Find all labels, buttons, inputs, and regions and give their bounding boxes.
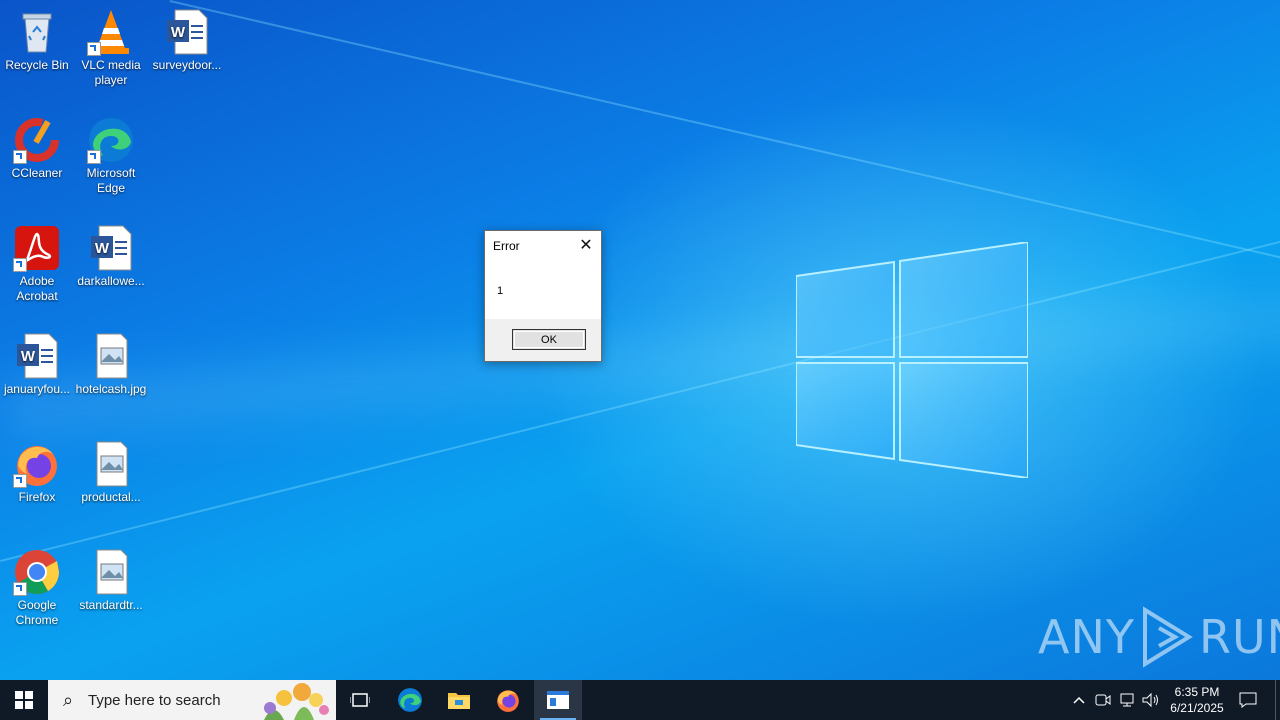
task-view-icon — [350, 693, 370, 707]
anyrun-watermark: ANY RUN — [1038, 606, 1280, 668]
desktop-icon-label: surveydoor... — [152, 58, 222, 72]
edge-icon — [87, 116, 135, 164]
start-icon — [15, 691, 33, 709]
taskbar-edge[interactable] — [386, 680, 434, 720]
show-hidden-icons-button[interactable] — [1068, 680, 1090, 720]
shortcut-arrow-icon — [87, 42, 101, 56]
play-logo-icon — [1142, 606, 1193, 668]
dialog-footer: OK — [485, 319, 601, 361]
desktop-icon-label: CCleaner — [11, 166, 63, 180]
image-file-icon — [87, 440, 135, 488]
firefox-icon — [13, 440, 61, 488]
vlc-icon — [87, 8, 135, 56]
desktop-icon-label: Recycle Bin — [5, 58, 69, 72]
tray-volume[interactable] — [1140, 680, 1162, 720]
desktop-icon-ccleaner[interactable]: CCleaner — [0, 116, 74, 181]
svg-text:W: W — [171, 24, 186, 41]
firefox-icon — [497, 690, 519, 712]
image-file-icon — [87, 332, 135, 380]
action-center-button[interactable] — [1232, 680, 1264, 720]
desktop-icon-label: productal... — [81, 490, 141, 504]
chevron-up-icon — [1073, 696, 1085, 704]
active-app-icon — [547, 691, 569, 709]
tray-meet-now[interactable] — [1092, 680, 1114, 720]
shortcut-arrow-icon — [13, 582, 27, 596]
desktop-icon-standardtr[interactable]: standardtr... — [74, 548, 148, 613]
svg-text:W: W — [95, 240, 110, 257]
clock-date: 6/21/2025 — [1170, 701, 1224, 715]
desktop-icon-hotelcash[interactable]: hotelcash.jpg — [74, 332, 148, 397]
desktop-icon-label: Adobe Acrobat — [16, 274, 58, 303]
taskbar-active-app[interactable] — [534, 680, 582, 720]
desktop-icon-label: darkallowe... — [77, 274, 145, 288]
shortcut-arrow-icon — [13, 150, 27, 164]
desktop-icon-firefox[interactable]: Firefox — [0, 440, 74, 505]
search-highlight-image — [264, 683, 329, 720]
svg-text:W: W — [21, 348, 36, 365]
start-button[interactable] — [0, 680, 48, 720]
desktop-icon-label: VLC media player — [81, 58, 141, 87]
shortcut-arrow-icon — [87, 150, 101, 164]
shortcut-arrow-icon — [13, 474, 27, 488]
desktop-icon-chrome[interactable]: Google Chrome — [0, 548, 74, 628]
desktop-icon-vlc[interactable]: VLC media player — [74, 8, 148, 88]
search-icon: ⌕ — [62, 689, 74, 710]
file-explorer-icon — [448, 693, 470, 709]
word-doc-icon: W — [13, 332, 61, 380]
desktop: Recycle Bin VLC media player W surveydoo… — [0, 0, 1280, 680]
watermark-text-left: ANY — [1038, 610, 1135, 664]
dialog-message: 1 — [497, 285, 504, 297]
recycle-bin-icon — [13, 8, 61, 56]
word-doc-icon: W — [87, 224, 135, 272]
network-icon — [1120, 693, 1134, 707]
clock-time: 6:35 PM — [1174, 685, 1220, 699]
word-doc-icon: W — [163, 8, 211, 56]
taskbar: ⌕ Type here to search 6:35 PM 6/21/2025 — [0, 680, 1280, 720]
windows-logo-wallpaper — [795, 240, 1029, 480]
desktop-icon-januaryfou[interactable]: W januaryfou... — [0, 332, 74, 397]
ccleaner-icon — [13, 116, 61, 164]
desktop-icon-label: januaryfou... — [3, 382, 71, 396]
chrome-icon — [13, 548, 61, 596]
desktop-icon-label: standardtr... — [79, 598, 143, 612]
desktop-icon-label: hotelcash.jpg — [75, 382, 147, 396]
ok-button[interactable]: OK — [512, 329, 586, 350]
tray-network[interactable] — [1116, 680, 1138, 720]
image-file-icon — [87, 548, 135, 596]
taskbar-file-explorer[interactable] — [435, 680, 483, 720]
desktop-icon-surveydoor[interactable]: W surveydoor... — [150, 8, 224, 73]
taskbar-firefox[interactable] — [484, 680, 532, 720]
desktop-icon-label: Google Chrome — [15, 598, 59, 627]
search-placeholder: Type here to search — [88, 691, 221, 709]
task-view-button[interactable] — [336, 680, 384, 720]
watermark-text-right: RUN — [1198, 610, 1280, 664]
desktop-icon-productal[interactable]: productal... — [74, 440, 148, 505]
taskbar-search-box[interactable]: ⌕ Type here to search — [48, 680, 336, 720]
desktop-icon-label: Microsoft Edge — [86, 166, 136, 195]
error-dialog: Error ✕ 1 OK — [484, 230, 602, 362]
light-beam — [0, 282, 1280, 440]
close-icon[interactable]: ✕ — [577, 237, 595, 255]
desktop-icon-darkallowe[interactable]: W darkallowe... — [74, 224, 148, 289]
desktop-icon-recycle-bin[interactable]: Recycle Bin — [0, 8, 74, 73]
desktop-icon-label: Firefox — [18, 490, 56, 504]
notification-icon — [1239, 692, 1257, 708]
dialog-title: Error — [493, 239, 520, 253]
taskbar-clock[interactable]: 6:35 PM 6/21/2025 — [1162, 680, 1232, 720]
acrobat-icon — [13, 224, 61, 272]
shortcut-arrow-icon — [13, 258, 27, 272]
edge-icon — [398, 688, 422, 712]
volume-icon — [1142, 692, 1158, 708]
light-beam — [169, 0, 1280, 317]
show-desktop-divider[interactable] — [1275, 680, 1276, 720]
desktop-icon-edge[interactable]: Microsoft Edge — [74, 116, 148, 196]
desktop-icon-acrobat[interactable]: Adobe Acrobat — [0, 224, 74, 304]
camera-icon — [1095, 694, 1111, 706]
